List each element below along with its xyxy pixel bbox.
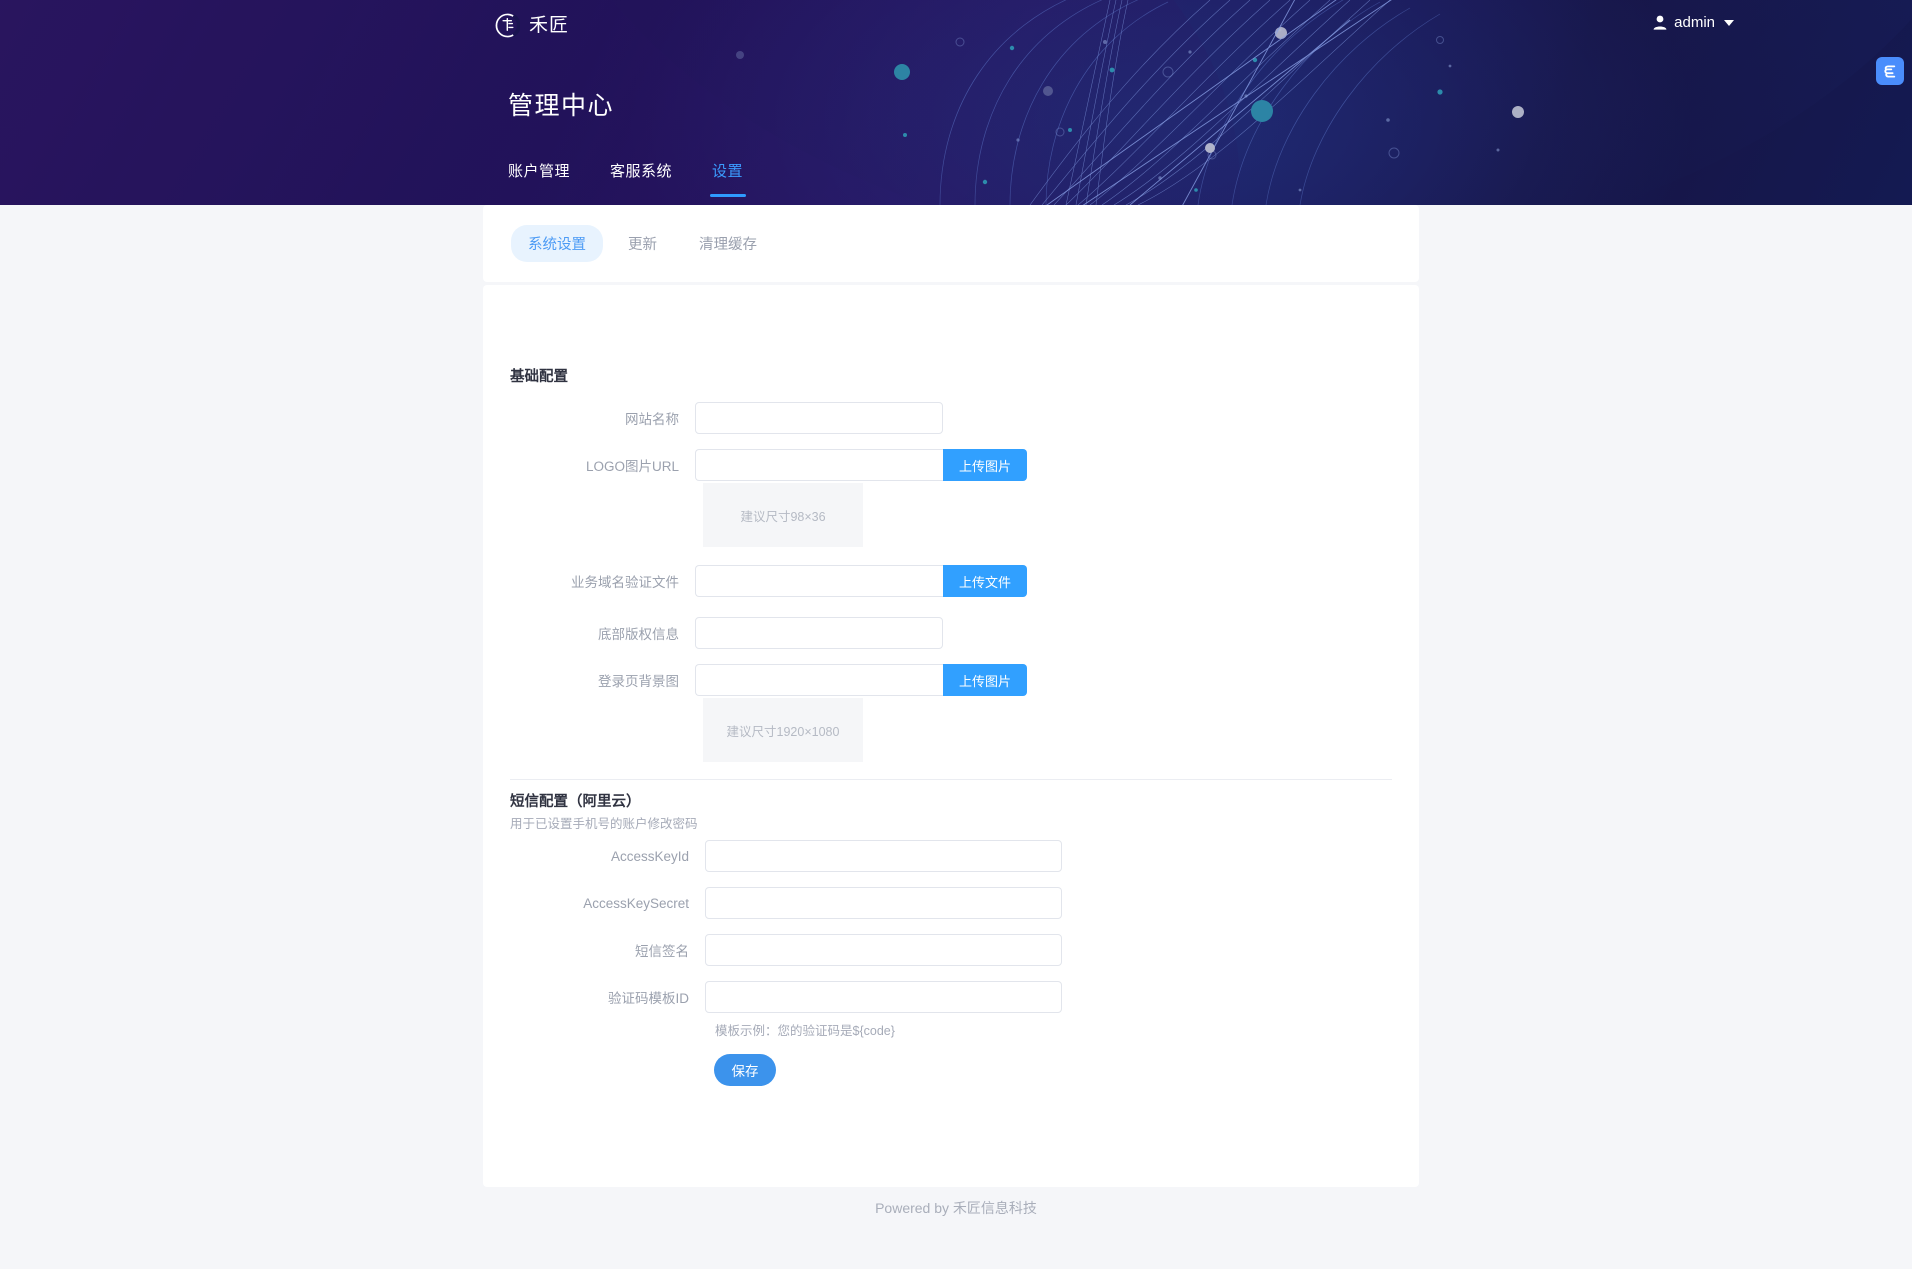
person-icon bbox=[1653, 15, 1667, 30]
field-row-site-name: 网站名称 bbox=[483, 402, 943, 434]
settings-form-card: 基础配置 网站名称 LOGO图片URL 上传图片 建议尺寸98×36 业务域名验… bbox=[483, 285, 1419, 1187]
sms-config-subtitle: 用于已设置手机号的账户修改密码 bbox=[510, 817, 698, 831]
label-sms-sign-name: 短信签名 bbox=[635, 944, 689, 959]
field-row-access-key-id: AccessKeyId bbox=[483, 840, 1062, 872]
label-access-key-id: AccessKeyId bbox=[610, 848, 689, 864]
field-row-logo-url: LOGO图片URL 上传图片 bbox=[483, 449, 1028, 481]
chevron-down-icon bbox=[1724, 19, 1734, 26]
page-body: 系统设置 更新 清理缓存 基础配置 网站名称 LOGO图片URL 上传图片 建议… bbox=[0, 205, 1912, 1269]
login-background-preview-placeholder: 建议尺寸1920×1080 bbox=[703, 698, 863, 762]
field-row-sms-sign-name: 短信签名 bbox=[483, 934, 1062, 966]
logo-preview-hint: 建议尺寸98×36 bbox=[740, 509, 826, 524]
field-row-template-id: 验证码模板ID bbox=[483, 981, 1062, 1013]
user-name: admin bbox=[1674, 14, 1715, 31]
label-footer-copyright: 底部版权信息 bbox=[598, 627, 679, 642]
input-access-key-secret[interactable] bbox=[705, 887, 1062, 919]
field-row-domain-verify-file: 业务域名验证文件 上传文件 bbox=[483, 565, 1028, 597]
sub-tabs-card: 系统设置 更新 清理缓存 bbox=[483, 205, 1419, 282]
label-domain-verify-file: 业务域名验证文件 bbox=[571, 575, 679, 590]
user-menu[interactable]: admin bbox=[1653, 14, 1734, 31]
floating-help-widget[interactable] bbox=[1876, 57, 1904, 85]
label-logo-url: LOGO图片URL bbox=[585, 459, 679, 474]
label-access-key-secret: AccessKeySecret bbox=[583, 895, 689, 911]
domain-verify-input-group: 上传文件 bbox=[695, 565, 1028, 597]
subtab-clear-cache[interactable]: 清理缓存 bbox=[682, 225, 774, 262]
brand-logo[interactable]: 禾匠 bbox=[495, 10, 569, 40]
subtab-update[interactable]: 更新 bbox=[611, 225, 674, 262]
label-login-background: 登录页背景图 bbox=[598, 674, 679, 689]
basic-config-title: 基础配置 bbox=[510, 369, 568, 385]
input-site-name[interactable] bbox=[695, 402, 943, 434]
sms-config-title: 短信配置（阿里云） bbox=[510, 794, 641, 810]
tab-customer-service[interactable]: 客服系统 bbox=[610, 160, 672, 197]
page-title: 管理中心 bbox=[508, 92, 615, 120]
page-footer: Powered by 禾匠信息科技 bbox=[875, 1200, 1037, 1216]
section-divider bbox=[510, 779, 1392, 780]
template-id-hint: 模板示例：您的验证码是${code} bbox=[715, 1024, 895, 1038]
s-logo-icon bbox=[1883, 65, 1895, 77]
subtab-system-settings[interactable]: 系统设置 bbox=[511, 225, 603, 262]
logo-text: 禾匠 bbox=[529, 14, 570, 36]
tab-account-management[interactable]: 账户管理 bbox=[508, 160, 570, 197]
login-bg-input-group: 上传图片 bbox=[695, 664, 1028, 696]
field-row-footer-copyright: 底部版权信息 bbox=[483, 617, 943, 649]
logo-preview-placeholder: 建议尺寸98×36 bbox=[703, 483, 863, 547]
logo-icon bbox=[495, 13, 520, 37]
label-site-name: 网站名称 bbox=[625, 412, 679, 427]
primary-tabs: 账户管理 客服系统 设置 bbox=[508, 160, 783, 197]
field-row-login-background: 登录页背景图 上传图片 bbox=[483, 664, 1028, 696]
logo-url-input-group: 上传图片 bbox=[695, 449, 1028, 481]
input-sms-sign-name[interactable] bbox=[705, 934, 1062, 966]
field-row-access-key-secret: AccessKeySecret bbox=[483, 887, 1062, 919]
header-network-graphic bbox=[939, 0, 1441, 205]
upload-domain-verify-file-button[interactable]: 上传文件 bbox=[943, 565, 1028, 597]
input-access-key-id[interactable] bbox=[705, 840, 1062, 872]
save-button[interactable]: 保存 bbox=[714, 1054, 776, 1086]
label-template-id: 验证码模板ID bbox=[608, 991, 689, 1006]
input-footer-copyright[interactable] bbox=[695, 617, 943, 649]
upload-login-background-button[interactable]: 上传图片 bbox=[943, 664, 1028, 696]
input-logo-url[interactable] bbox=[695, 449, 943, 481]
input-login-background[interactable] bbox=[695, 664, 943, 696]
login-bg-preview-hint: 建议尺寸1920×1080 bbox=[726, 724, 840, 739]
app-header: 禾匠 admin 管理中心 账户管理 客服系统 设置 bbox=[0, 0, 1912, 205]
input-template-id[interactable] bbox=[705, 981, 1062, 1013]
upload-logo-image-button[interactable]: 上传图片 bbox=[943, 449, 1028, 481]
input-domain-verify-file[interactable] bbox=[695, 565, 943, 597]
tab-settings[interactable]: 设置 bbox=[712, 160, 743, 197]
